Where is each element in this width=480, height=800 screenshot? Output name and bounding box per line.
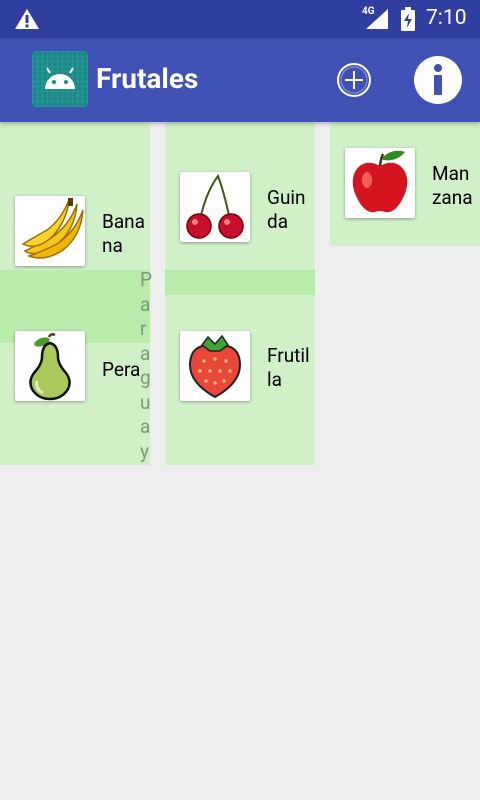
fruit-tile-strawberry[interactable]: Frutil la [165, 295, 315, 465]
fruit-name: Man zana [432, 162, 473, 209]
fruit-tile-banana[interactable]: Bana na [0, 122, 150, 270]
fruit-name: Guin da [267, 186, 306, 233]
fruit-name: Bana na [102, 210, 146, 257]
tile-divider [165, 270, 315, 295]
apple-image [345, 148, 415, 218]
warning-icon [15, 9, 39, 29]
app-title: Frutales [96, 62, 199, 95]
app-bar: Frutales [0, 38, 480, 122]
fruit-name-partial: Paraguaya [140, 268, 152, 463]
clock: 7:10 [426, 6, 467, 30]
fruit-tile-apple[interactable]: Man zana [330, 122, 480, 246]
android-app-icon [32, 51, 88, 107]
info-icon[interactable] [414, 56, 462, 104]
add-circle-icon[interactable] [336, 62, 372, 98]
signal-icon [366, 9, 388, 29]
battery-charging-icon [401, 7, 415, 31]
strawberry-image [180, 331, 250, 401]
banana-image [15, 196, 85, 266]
fruit-name: Pera [102, 358, 141, 381]
fruit-name: Frutil la [267, 344, 310, 391]
cherry-image [180, 172, 250, 242]
fruit-tile-cherry[interactable]: Guin da [165, 122, 315, 270]
fruit-tile-pear[interactable]: Pera [0, 270, 150, 465]
pear-image [15, 331, 85, 401]
status-bar: 4G 7:10 [0, 0, 480, 38]
